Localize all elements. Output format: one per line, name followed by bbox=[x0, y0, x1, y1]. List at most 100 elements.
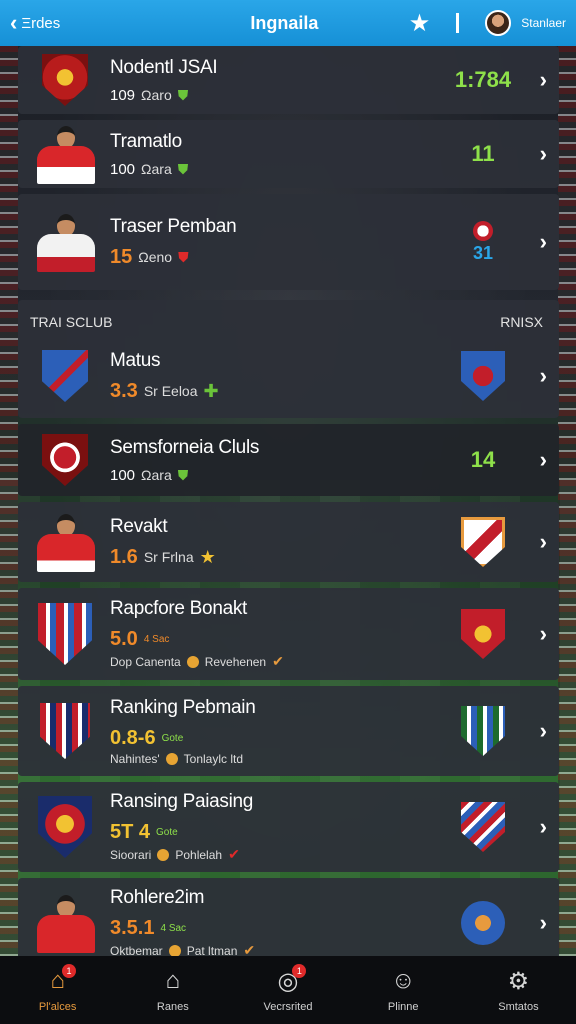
coin-icon bbox=[168, 944, 181, 956]
item-unit: Ωaro bbox=[141, 87, 172, 103]
bottom-nav: 1 ⌂ Pl'alces ⌂ Ranes 1 ◎ Vecrsrited ☺ Pl… bbox=[0, 956, 576, 1024]
nav-label: Vecrsrited bbox=[263, 1001, 313, 1013]
item-sub2: Pat ltman bbox=[186, 943, 238, 957]
item-sub2: Pohlelah bbox=[175, 847, 223, 862]
notification-badge: 1 bbox=[62, 964, 76, 978]
item-sub1: Dop Canenta bbox=[110, 654, 181, 669]
item-score: 11 bbox=[471, 141, 495, 166]
section-title: TRAI SCLUB bbox=[30, 314, 113, 330]
chevron-left-icon: ‹ bbox=[10, 10, 18, 35]
list-item[interactable]: Traser Pemban 15 Ωeno ⛊ 31 › bbox=[18, 194, 559, 290]
club-crest bbox=[30, 430, 100, 490]
item-sub1: Sioorari bbox=[110, 847, 152, 862]
item-small: 4 Sac bbox=[160, 923, 187, 934]
item-value: 3.3 bbox=[110, 379, 138, 402]
chevron-right-icon[interactable]: › bbox=[523, 141, 547, 167]
item-name: Matus bbox=[110, 349, 161, 371]
opponent-crest bbox=[443, 517, 523, 567]
item-value: 1.6 bbox=[110, 545, 138, 568]
player-photo bbox=[30, 512, 100, 572]
coin-icon bbox=[186, 655, 199, 668]
nav-label: Smtatos bbox=[498, 1001, 539, 1013]
item-name: Rapcfore Bonakt bbox=[110, 598, 248, 619]
item-unit: Sr Frlna bbox=[143, 549, 194, 565]
chevron-right-icon[interactable]: › bbox=[523, 718, 547, 744]
star-icon[interactable]: ★ bbox=[409, 9, 431, 38]
top-right-actions: ★ Stanlaer bbox=[409, 9, 566, 38]
chevron-right-icon[interactable]: › bbox=[523, 447, 547, 473]
club-crest bbox=[30, 701, 100, 761]
list-item[interactable]: Ranking Pebmain 0.8-6 Gote Nahintes' Ton… bbox=[18, 686, 559, 776]
club-crest bbox=[30, 346, 100, 406]
list-item[interactable]: Matus 3.3 Sr Eeloa ✚ › bbox=[18, 334, 559, 418]
list-item[interactable]: Ransing Paiasing 5T 4 Gote Sioorari Pohl… bbox=[18, 782, 559, 872]
star-icon: ★ bbox=[199, 546, 216, 567]
list-item[interactable]: Nodentl JSAI 109 Ωaro ⛊ 1:784 › bbox=[18, 46, 559, 114]
notification-badge: 1 bbox=[292, 964, 307, 978]
back-button[interactable]: ‹ Ξrdes bbox=[10, 12, 100, 34]
item-sub1: Nahintes' bbox=[110, 751, 160, 766]
back-label: Ξrdes bbox=[21, 14, 61, 32]
club-crest bbox=[30, 50, 100, 110]
check-icon: ✔ bbox=[243, 942, 256, 956]
coin-icon bbox=[157, 848, 170, 861]
top-bar: ‹ Ξrdes Ingnaila ★ Stanlaer bbox=[0, 0, 576, 46]
list-item[interactable]: Tramatlo 100 Ωara ⛊ 11 › bbox=[18, 120, 559, 188]
chevron-right-icon[interactable]: › bbox=[523, 67, 547, 93]
item-name: Semsforneia Cluls bbox=[110, 436, 260, 458]
nav-item-visited[interactable]: 1 ◎ Vecrsrited bbox=[230, 956, 345, 1024]
check-icon: ✔ bbox=[272, 653, 284, 669]
chevron-right-icon[interactable]: › bbox=[523, 363, 547, 389]
item-name: Rohlere2im bbox=[110, 887, 205, 908]
item-value: 100 bbox=[110, 466, 136, 484]
item-value: 109 bbox=[110, 86, 136, 104]
chevron-right-icon[interactable]: › bbox=[523, 229, 547, 255]
player-photo bbox=[30, 124, 100, 184]
item-unit: Ωara bbox=[141, 467, 172, 483]
nav-item-profile[interactable]: ☺ Plinne bbox=[346, 956, 461, 1024]
item-value: 15 bbox=[110, 245, 133, 268]
nav-label: Plinne bbox=[387, 1001, 419, 1013]
chevron-right-icon[interactable]: › bbox=[523, 814, 547, 840]
avatar[interactable] bbox=[485, 10, 512, 36]
chevron-right-icon[interactable]: › bbox=[523, 529, 547, 555]
item-name: Nodentl JSAI bbox=[110, 56, 218, 78]
nav-label: Ranes bbox=[156, 1001, 189, 1013]
item-name: Ransing Paiasing bbox=[110, 791, 254, 812]
home-icon: ⌂ bbox=[165, 967, 181, 994]
item-name: Revakt bbox=[110, 515, 168, 537]
item-value: 3.5.1 bbox=[110, 917, 155, 939]
opponent-crest bbox=[443, 802, 523, 852]
list-item[interactable]: Rapcfore Bonakt 5.0 4 Sac Dop Canenta Re… bbox=[18, 588, 559, 680]
item-value: 100 bbox=[110, 160, 136, 178]
opponent-crest bbox=[443, 706, 523, 756]
user-name[interactable]: Stanlaer bbox=[521, 16, 566, 30]
item-value: 5.0 bbox=[110, 628, 138, 650]
shield-icon: ⛊ bbox=[177, 466, 189, 483]
coin-icon bbox=[165, 752, 178, 765]
chevron-right-icon[interactable]: › bbox=[523, 621, 547, 647]
chevron-right-icon[interactable]: › bbox=[523, 910, 547, 936]
nav-item-settings[interactable]: ⚙ Smtatos bbox=[461, 956, 576, 1024]
shield-red-icon: ⛊ bbox=[178, 248, 189, 265]
player-photo bbox=[30, 212, 100, 272]
settings-icon: ⚙ bbox=[507, 968, 530, 995]
section-header: TRAI SCLUB RNISX bbox=[18, 300, 559, 334]
divider-icon bbox=[456, 13, 460, 33]
item-name: Tramatlo bbox=[110, 130, 182, 152]
club-crest-small bbox=[473, 220, 493, 241]
list-item[interactable]: Revakt 1.6 Sr Frlna ★ › bbox=[18, 502, 559, 582]
opponent-crest bbox=[443, 609, 523, 659]
item-score: 1:784 bbox=[454, 67, 512, 92]
page-title: Ingnaila bbox=[250, 12, 319, 33]
nav-item-places[interactable]: 1 ⌂ Pl'alces bbox=[0, 956, 115, 1024]
item-small: Gote bbox=[161, 732, 184, 744]
item-name: Ranking Pebmain bbox=[110, 696, 256, 718]
ranking-list: Nodentl JSAI 109 Ωaro ⛊ 1:784 › Tramatlo… bbox=[18, 46, 559, 956]
item-unit: Ωeno bbox=[138, 249, 173, 265]
club-crest bbox=[30, 796, 100, 858]
list-item[interactable]: Rohlere2im 3.5.1 4 Sac Oktbemar Pat ltma… bbox=[18, 878, 559, 956]
nav-item-ranes[interactable]: ⌂ Ranes bbox=[115, 956, 230, 1024]
list-item[interactable]: Semsforneia Cluls 100 Ωara ⛊ 14 › bbox=[18, 424, 559, 496]
opponent-crest bbox=[443, 901, 523, 945]
